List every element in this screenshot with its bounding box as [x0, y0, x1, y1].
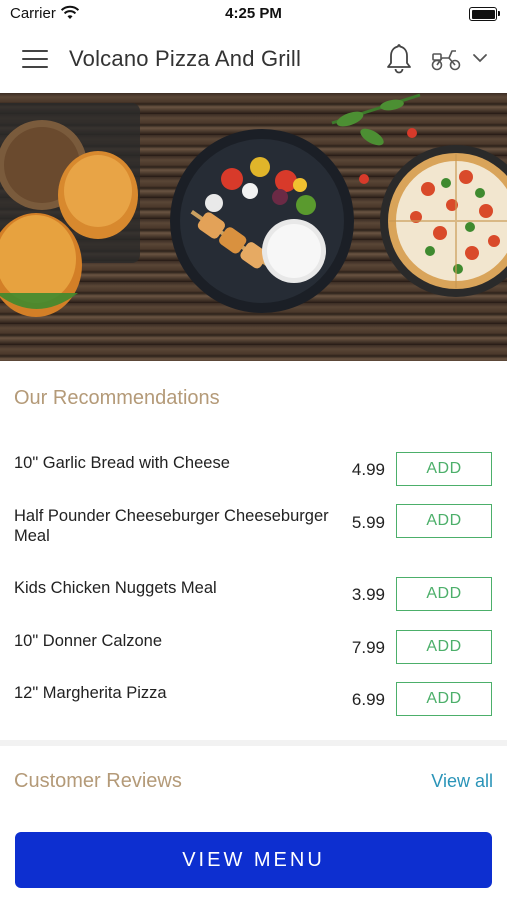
add-button[interactable]: ADD	[396, 682, 492, 716]
chevron-down-icon[interactable]	[472, 52, 488, 64]
scooter-icon[interactable]	[430, 46, 462, 72]
item-price: 4.99	[351, 460, 385, 479]
hero-food-image	[0, 93, 507, 361]
bell-icon[interactable]	[384, 42, 414, 74]
item-name: 10" Donner Calzone	[14, 632, 163, 650]
view-all-link[interactable]: View all	[431, 771, 493, 792]
top-nav-bar: Volcano Pizza And Grill	[0, 28, 507, 92]
reviews-heading: Customer Reviews	[14, 770, 182, 792]
status-bar: Carrier 4:25 PM	[0, 0, 507, 28]
item-price: 5.99	[351, 513, 385, 532]
item-price: 7.99	[351, 638, 385, 657]
item-price: 3.99	[351, 585, 385, 604]
item-name: Kids Chicken Nuggets Meal	[14, 579, 217, 597]
item-price: 6.99	[351, 690, 385, 709]
battery-icon	[469, 7, 500, 21]
food-illustration	[0, 93, 507, 317]
section-divider	[0, 740, 507, 746]
add-button[interactable]: ADD	[396, 504, 492, 538]
recommendations-heading: Our Recommendations	[14, 387, 220, 409]
add-button[interactable]: ADD	[396, 577, 492, 611]
status-time: 4:25 PM	[225, 5, 282, 22]
item-name: 12" Margherita Pizza	[14, 684, 167, 702]
page-title: Volcano Pizza And Grill	[69, 46, 302, 71]
item-name: Half Pounder Cheeseburger Cheeseburger M…	[14, 507, 329, 545]
add-button[interactable]: ADD	[396, 630, 492, 664]
add-button[interactable]: ADD	[396, 452, 492, 486]
hamburger-icon[interactable]	[22, 50, 48, 70]
item-name: 10" Garlic Bread with Cheese	[14, 454, 230, 472]
view-menu-button[interactable]: VIEW MENU	[15, 832, 492, 888]
